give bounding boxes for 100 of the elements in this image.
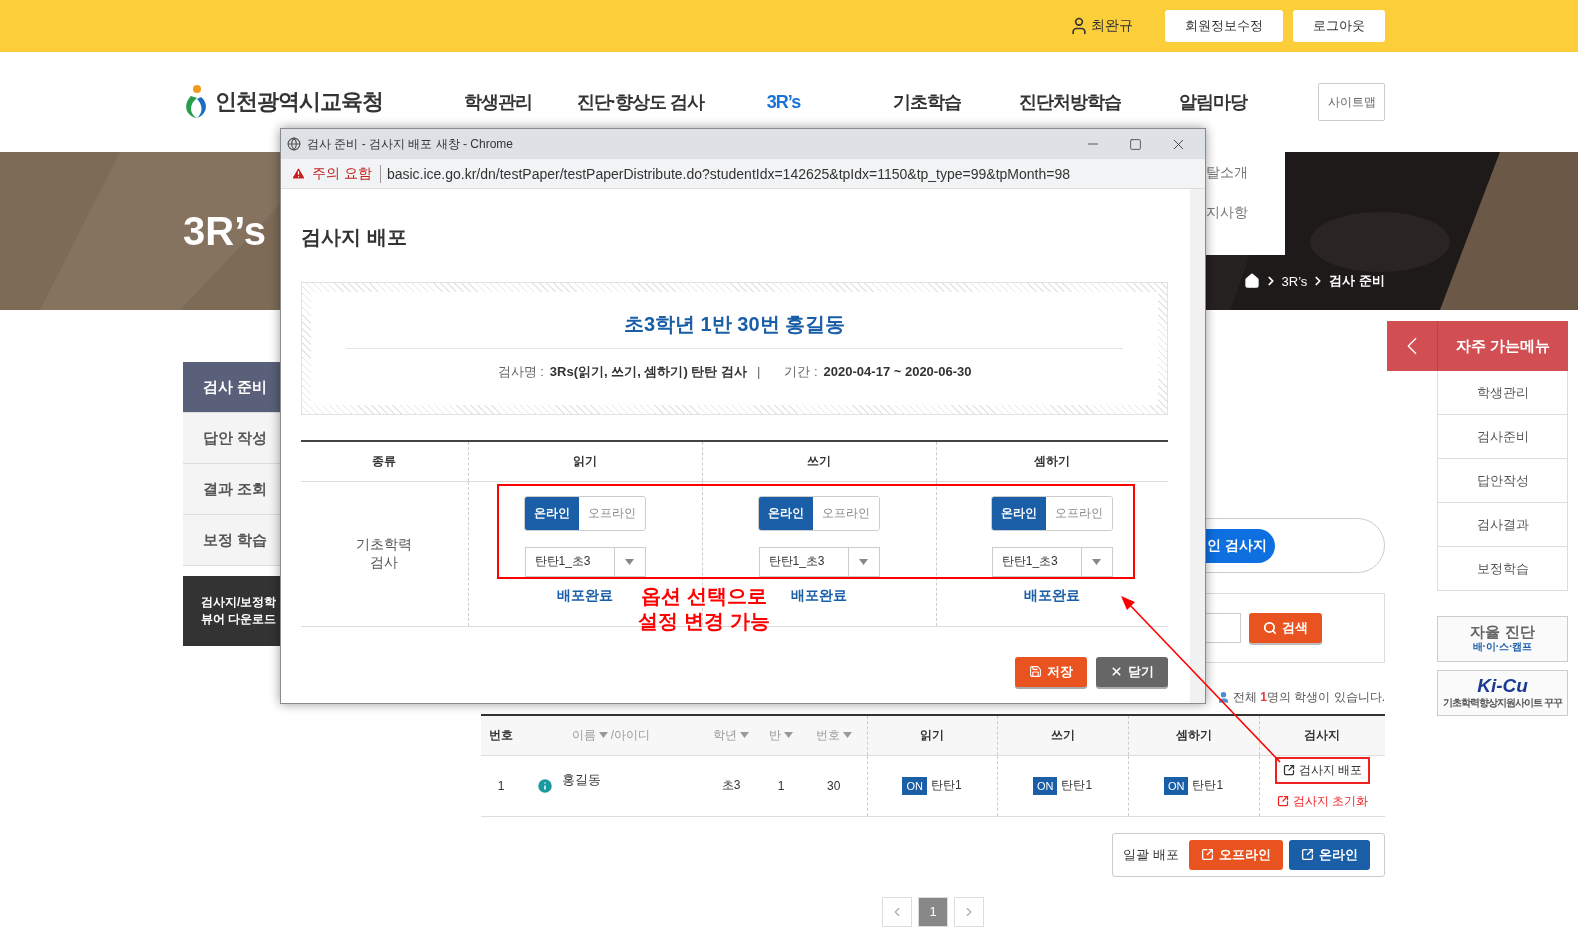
caret-icon[interactable] — [842, 732, 852, 739]
info-label: 기간 : — [784, 363, 818, 381]
user-icon — [1216, 691, 1230, 704]
column-header: 검사지 — [1259, 715, 1385, 755]
menu-item[interactable]: 지사항 — [1206, 204, 1285, 222]
window-title: 검사 준비 - 검사지 배포 새창 - Chrome — [307, 135, 514, 153]
column-header: 쓰기 — [702, 441, 936, 481]
save-button[interactable]: 저장 — [1015, 656, 1087, 687]
sidebar-item[interactable]: 결과 조회 — [183, 464, 280, 515]
mode-tag: ON — [1163, 776, 1189, 795]
mode-tag: ON — [1032, 776, 1058, 795]
breadcrumb-item[interactable]: 검사 준비 — [1329, 272, 1385, 290]
search-icon — [1263, 621, 1277, 635]
close-button[interactable]: 닫기 — [1096, 656, 1168, 687]
paper-name: 탄탄1 — [1061, 777, 1093, 794]
logo-icon — [183, 84, 209, 120]
sidebar-item[interactable]: 보정 학습 — [183, 515, 280, 566]
column-header: 번호 — [481, 715, 521, 755]
annotation-note: 옵션 선택으로 설정 변경 가능 — [637, 584, 771, 634]
column-header: 읽기 — [867, 715, 997, 755]
table-cell: 30 — [801, 755, 867, 816]
scrollbar[interactable] — [1190, 189, 1205, 703]
quick-menu-item[interactable]: 검사준비 — [1437, 415, 1568, 459]
quick-menu-item[interactable]: 학생관리 — [1437, 371, 1568, 415]
quick-menu-item[interactable]: 답안작성 — [1437, 459, 1568, 503]
student-count: 전체 1명의 학생이 있습니다. — [1232, 689, 1385, 706]
sidebar-item[interactable]: 답안 작성 — [183, 413, 280, 464]
page-title: 3R’s — [183, 208, 266, 254]
user-name: 최완규 — [1069, 16, 1133, 36]
table-cell: 1 — [481, 755, 521, 816]
reset-link[interactable]: 검사지 초기화 — [1268, 787, 1376, 815]
home-icon[interactable] — [1243, 273, 1260, 289]
globe-icon — [287, 137, 301, 151]
sitemap-button[interactable]: 사이트맵 — [1318, 83, 1385, 121]
paper-select[interactable]: 탄탄1_초3 — [524, 546, 646, 577]
info-icon[interactable] — [536, 776, 554, 795]
column-header: 읽기 — [468, 441, 702, 481]
share-icon — [1282, 764, 1295, 776]
caret-icon[interactable] — [784, 732, 793, 739]
caret-icon — [1092, 558, 1102, 565]
search-button[interactable]: 검색 — [1249, 613, 1322, 643]
column-header: 셈하기 — [1128, 715, 1259, 755]
maximize-icon[interactable] — [1129, 137, 1142, 151]
bulk-button[interactable]: 오프라인 — [1188, 839, 1283, 870]
logo-text: 인천광역시교육청 — [215, 88, 383, 116]
nav-item[interactable]: 진단·향상도 검사 — [569, 90, 712, 114]
table-cell: 초3 — [701, 755, 761, 816]
page-button[interactable]: 1 — [918, 896, 948, 927]
distribute-link[interactable]: 검사지 배포 — [1274, 756, 1370, 784]
share-icon — [1276, 795, 1289, 807]
url-field[interactable]: basic.ice.go.kr/dn/testPaper/testPaperDistribute.do?studentIdx=142625&tpIdx=1150&tp_type=99&tpMonth=98 — [386, 165, 1070, 182]
share-icon — [1300, 848, 1314, 861]
status-text: 배포완료 — [1024, 585, 1081, 604]
caret-icon[interactable] — [598, 732, 608, 739]
info-value: 3Rs(읽기, 쓰기, 셈하기) 탄탄 검사 — [549, 363, 747, 381]
status-text: 배포완료 — [557, 585, 613, 604]
student-name: 홍길동 — [562, 770, 601, 789]
share-icon — [1200, 848, 1214, 861]
mode-tag: ON — [902, 776, 927, 795]
header-button[interactable]: 로그아웃 — [1293, 10, 1385, 42]
download-banner[interactable]: 검사지/보정학 뷰어 다운로드 — [183, 576, 280, 646]
mode-toggle[interactable]: 온라인 — [759, 496, 813, 530]
menu-item[interactable]: 탈소개 — [1206, 164, 1285, 182]
next-page-button[interactable] — [954, 896, 984, 927]
caret-icon — [859, 558, 868, 565]
header-button[interactable]: 회원정보수정 — [1165, 10, 1283, 42]
table-cell: 1 — [761, 755, 801, 816]
paper-select[interactable]: 탄탄1_초3 — [991, 546, 1113, 577]
caret-icon — [625, 558, 634, 565]
close-icon — [1110, 665, 1123, 678]
save-icon — [1029, 665, 1042, 678]
caret-icon[interactable] — [740, 732, 749, 739]
paper-select[interactable]: 탄탄1_초3 — [758, 546, 880, 577]
nav-item[interactable]: 학생관리 — [426, 90, 569, 114]
nav-item[interactable]: 3R’s — [712, 91, 855, 113]
popup-heading: 검사지 배포 — [301, 225, 408, 249]
paper-name: 탄탄1 — [930, 777, 962, 794]
nav-item[interactable]: 알림마당 — [1141, 90, 1284, 114]
warning-icon — [291, 166, 306, 181]
bulk-button[interactable]: 온라인 — [1288, 839, 1370, 870]
info-value: 2020-04-17 ~ 2020-06-30 — [823, 363, 972, 381]
breadcrumb-item[interactable]: 3R’s — [1281, 273, 1308, 289]
mode-toggle[interactable]: 온라인 — [992, 496, 1047, 530]
column-header: 종류 — [301, 441, 468, 481]
nav-item[interactable]: 기초학습 — [855, 90, 998, 114]
user-icon — [1069, 16, 1089, 36]
paper-name: 탄탄1 — [1192, 777, 1224, 794]
link-banner[interactable]: 자율 진단 배·이·스·캠프 — [1437, 616, 1568, 662]
column-header: 쓰기 — [997, 715, 1128, 755]
nav-item[interactable]: 진단처방학습 — [998, 90, 1141, 114]
mode-toggle[interactable]: 온라인 — [525, 496, 579, 530]
sidebar-item[interactable]: 검사 준비 — [183, 362, 280, 413]
link-banner[interactable]: Ki-Cu 기초학력향상지원사이트 꾸꾸 — [1437, 670, 1568, 716]
quick-menu-item[interactable]: 검사결과 — [1437, 503, 1568, 547]
prev-page-button[interactable] — [882, 896, 912, 927]
security-warning[interactable]: 주의 요함 — [312, 164, 381, 183]
quick-menu-item[interactable]: 보정학습 — [1437, 547, 1568, 591]
column-header: 셈하기 — [936, 441, 1168, 481]
row-label: 기초학력 검사 — [356, 536, 413, 570]
info-label: 검사명 : — [497, 363, 544, 381]
